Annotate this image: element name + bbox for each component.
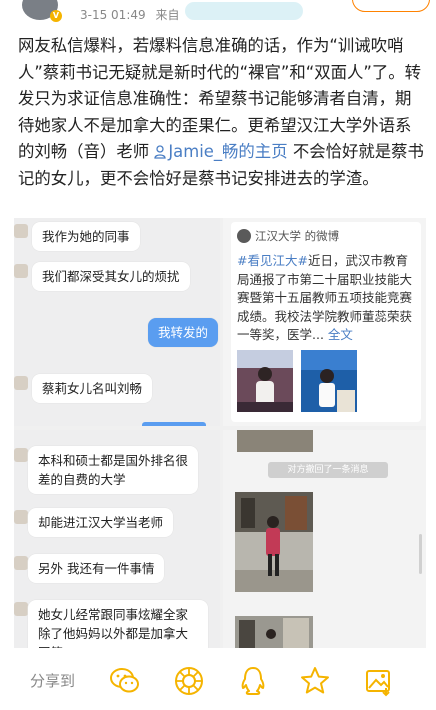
- mention-label: Jamie_畅的主页: [168, 142, 288, 161]
- favorite-star-icon[interactable]: [298, 664, 332, 698]
- chat-message: 却能进江汉大学当老师: [28, 508, 174, 537]
- chat-message: 本科和硕士都是国外排名很差的自费的大学: [28, 446, 198, 494]
- contact-avatar: [14, 448, 28, 462]
- weibo-card-screenshot[interactable]: 江汉大学 的微博 #看见江大#近日，武汉市教育局通报了市第二十届职业技能大赛暨第…: [223, 218, 426, 426]
- recalled-message-note: 对方撤回了一条消息: [268, 462, 388, 478]
- contact-avatar: [14, 264, 28, 278]
- user-icon: [154, 145, 166, 159]
- scrollbar[interactable]: [419, 534, 422, 574]
- post-meta: 3-15 01:49 来自: [80, 6, 179, 23]
- chat-screenshot-3[interactable]: 对方撤回了一条消息: [223, 430, 426, 648]
- gallery-icon[interactable]: [362, 664, 396, 698]
- post-text: 网友私信爆料，若爆料信息准确的话，作为“训诫吹哨人”蔡莉书记无疑就是新时代的“裸…: [18, 33, 426, 192]
- chat-message: 我作为她的同事: [32, 222, 140, 251]
- chat-message: 另外 我还有一件事情: [28, 554, 165, 583]
- street-photo-2: [235, 616, 313, 648]
- chat-screenshot-2[interactable]: 本科和硕士都是国外排名很差的自费的大学 却能进江汉大学当老师 另外 我还有一件事…: [14, 430, 220, 648]
- chat-message-self-partial: [142, 422, 206, 426]
- photo-message-top: [237, 430, 313, 452]
- chat-message: 蔡莉女儿名叫刘畅: [32, 374, 153, 403]
- share-label: 分享到: [30, 672, 76, 690]
- follow-button[interactable]: [352, 0, 430, 12]
- contact-avatar: [14, 602, 28, 616]
- qq-icon[interactable]: [236, 664, 270, 698]
- hashtag: #看见江大#: [237, 253, 308, 268]
- post-header: V 3-15 01:49 来自: [0, 0, 436, 28]
- mention-link[interactable]: Jamie_畅的主页: [154, 142, 288, 161]
- contact-avatar: [14, 376, 28, 390]
- contest-photo-1: [237, 350, 293, 412]
- weibo-account-name: 江汉大学 的微博: [255, 229, 340, 243]
- post-source-prefix: 来自: [155, 8, 180, 22]
- post-date: 3-15 01:49: [80, 8, 146, 22]
- weibo-card: 江汉大学 的微博 #看见江大#近日，武汉市教育局通报了市第二十届职业技能大赛暨第…: [231, 222, 421, 422]
- moments-icon[interactable]: [172, 664, 206, 698]
- image-grid: 我作为她的同事 我们都深受其女儿的烦扰 我转发的 蔡莉女儿名叫刘畅 江汉大学 的…: [14, 218, 426, 648]
- university-logo-icon: [237, 229, 251, 243]
- wechat-icon[interactable]: [108, 664, 142, 698]
- chat-message: 我们都深受其女儿的烦扰: [32, 262, 190, 291]
- chat-message: 她女儿经常跟同事炫耀全家除了他妈妈以外都是加拿大国籍: [28, 600, 208, 648]
- street-photo: [235, 492, 313, 592]
- contact-avatar: [14, 224, 28, 238]
- contact-avatar: [14, 510, 28, 524]
- contact-avatar: [14, 556, 28, 570]
- chat-screenshot-1[interactable]: 我作为她的同事 我们都深受其女儿的烦扰 我转发的 蔡莉女儿名叫刘畅: [14, 218, 220, 426]
- weibo-card-header: 江汉大学 的微博: [237, 228, 339, 244]
- contest-photo-2: [301, 350, 357, 412]
- read-more-link: 全文: [327, 327, 353, 342]
- weibo-card-text: #看见江大#近日，武汉市教育局通报了市第二十届职业技能大赛暨第十五届教师五项技能…: [237, 252, 417, 345]
- share-bar: 分享到: [0, 652, 436, 710]
- chat-message-self: 我转发的: [148, 318, 219, 347]
- redacted-blur: [185, 2, 303, 20]
- verified-badge-icon: V: [50, 10, 62, 22]
